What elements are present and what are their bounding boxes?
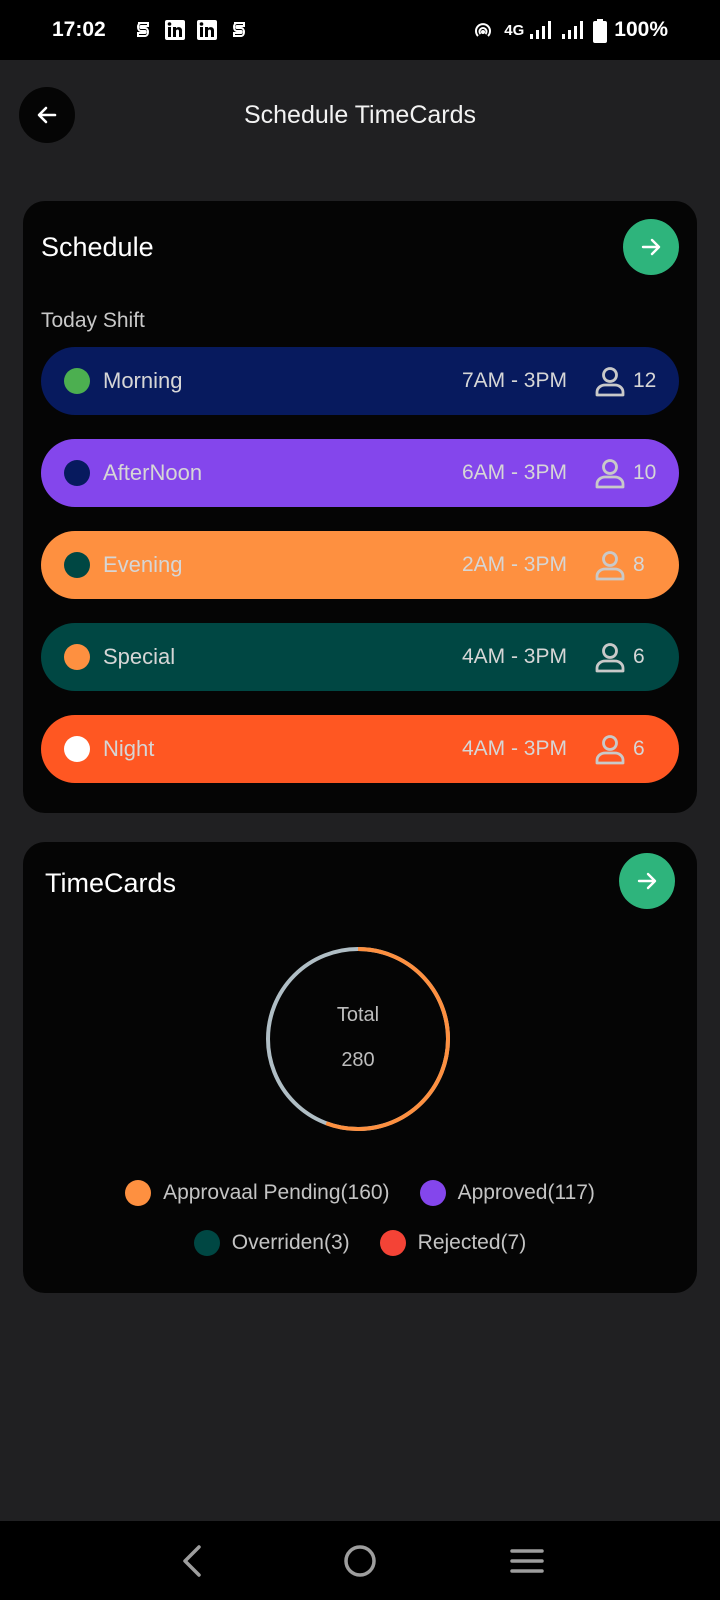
shift-name: Night xyxy=(103,736,155,761)
shift-row-morning[interactable]: Morning 7AM - 3PM 12 xyxy=(41,347,679,415)
person-icon xyxy=(593,640,627,674)
legend-label: Rejected(7) xyxy=(417,1231,527,1254)
legend-item-approval-pending: Approvaal Pending(160) xyxy=(125,1180,390,1206)
legend-dot xyxy=(379,1230,406,1256)
schedule-card: Schedule Today Shift Morning 7AM - 3PM 1… xyxy=(23,201,697,813)
nav-back-button[interactable] xyxy=(173,1541,213,1581)
schedule-title: Schedule xyxy=(41,232,154,262)
nav-home-button[interactable] xyxy=(340,1541,380,1581)
shift-dot xyxy=(64,644,90,670)
hotspot-icon xyxy=(472,19,494,41)
shift-row-night[interactable]: Night 4AM - 3PM 6 xyxy=(41,715,679,783)
shift-name: Special xyxy=(103,644,176,669)
shift-count: 6 xyxy=(633,737,645,760)
timecards-open-button[interactable] xyxy=(619,853,675,909)
shift-count: 12 xyxy=(633,369,657,392)
shift-name: Evening xyxy=(103,552,183,577)
timecards-card: TimeCards Total 280 Approvaal Pending(16… xyxy=(23,842,697,1293)
shift-time: 4AM - 3PM xyxy=(461,645,567,668)
timecards-title: TimeCards xyxy=(45,868,177,898)
shift-list: Morning 7AM - 3PM 12 AfterNoon 6AM - 3PM… xyxy=(41,347,679,807)
home-circle-icon xyxy=(344,1544,376,1577)
legend-row: Approvaal Pending(160) Approved(117) xyxy=(23,1168,697,1218)
shift-row-afternoon[interactable]: AfterNoon 6AM - 3PM 10 xyxy=(41,439,679,507)
page-title: Schedule TimeCards xyxy=(243,101,477,129)
shift-dot xyxy=(64,552,90,578)
legend-dot xyxy=(193,1230,220,1256)
today-shift-label: Today Shift xyxy=(41,309,145,332)
legend-item-rejected: Rejected(7) xyxy=(379,1230,527,1256)
donut-total-value: 280 xyxy=(341,1049,375,1071)
legend-item-approved: Approved(117) xyxy=(419,1180,595,1206)
shift-time: 2AM - 3PM xyxy=(461,553,567,576)
donut-total-label: Total xyxy=(336,1004,380,1026)
shift-row-special[interactable]: Special 4AM - 3PM 6 xyxy=(41,623,679,691)
shift-name: Morning xyxy=(103,368,183,393)
donut-chart xyxy=(266,947,450,1131)
person-icon xyxy=(593,364,627,398)
linkedin-icon xyxy=(164,19,186,41)
battery-percent: 100% xyxy=(614,18,668,41)
signal-icon xyxy=(560,19,584,41)
signal-icon xyxy=(528,19,552,41)
person-icon xyxy=(593,732,627,766)
s-app-icon xyxy=(228,19,250,41)
person-icon xyxy=(593,548,627,582)
legend-dot xyxy=(419,1180,446,1206)
legend-label: Overriden(3) xyxy=(231,1231,350,1254)
shift-time: 6AM - 3PM xyxy=(461,461,567,484)
status-time: 17:02 xyxy=(52,18,106,41)
schedule-open-button[interactable] xyxy=(623,219,679,275)
shift-dot xyxy=(64,368,90,394)
status-bar: 17:02 4G 100% xyxy=(0,0,720,60)
arrow-right-icon xyxy=(637,872,657,890)
legend-dot xyxy=(125,1180,152,1206)
donut-segment-approval-pending xyxy=(325,947,450,1131)
person-icon xyxy=(593,456,627,490)
chevron-left-icon xyxy=(183,1544,202,1577)
status-left: 17:02 xyxy=(52,18,260,42)
status-right: 4G 100% xyxy=(472,18,668,43)
legend-label: Approvaal Pending(160) xyxy=(163,1181,390,1204)
system-nav-bar xyxy=(0,1521,720,1600)
menu-lines-icon xyxy=(509,1548,544,1573)
nav-recents-button[interactable] xyxy=(507,1541,547,1581)
shift-count: 6 xyxy=(633,645,645,668)
shift-dot xyxy=(64,736,90,762)
s-app-icon xyxy=(132,19,154,41)
battery-icon xyxy=(592,19,608,43)
network-type: 4G xyxy=(504,21,525,39)
shift-name: AfterNoon xyxy=(103,460,203,485)
linkedin-icon xyxy=(196,19,218,41)
legend-item-overriden: Overriden(3) xyxy=(193,1230,350,1256)
arrow-right-icon xyxy=(641,238,661,256)
timecards-donut: Total 280 xyxy=(263,944,453,1134)
shift-time: 7AM - 3PM xyxy=(461,369,567,392)
shift-time: 4AM - 3PM xyxy=(461,737,567,760)
legend-row: Overriden(3) Rejected(7) xyxy=(23,1218,697,1268)
app-header: Schedule TimeCards xyxy=(0,60,720,175)
legend-label: Approved(117) xyxy=(457,1181,595,1204)
shift-row-evening[interactable]: Evening 2AM - 3PM 8 xyxy=(41,531,679,599)
shift-dot xyxy=(64,460,90,486)
shift-count: 10 xyxy=(633,461,657,484)
shift-count: 8 xyxy=(633,553,645,576)
timecards-legend: Approvaal Pending(160) Approved(117) Ove… xyxy=(23,1168,697,1268)
